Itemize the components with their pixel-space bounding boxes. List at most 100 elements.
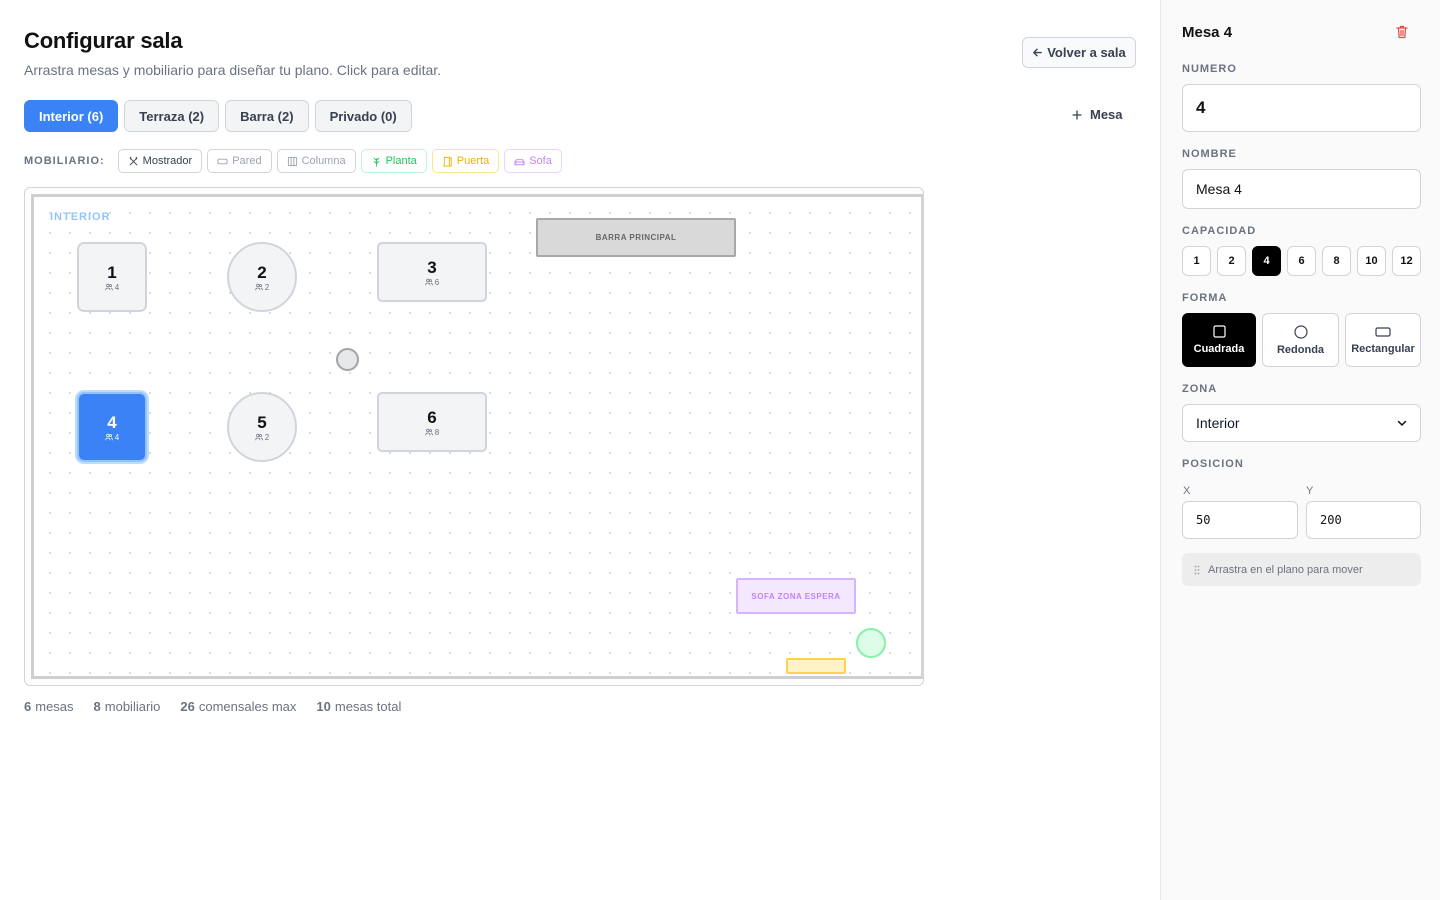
- tab-barra[interactable]: Barra (2): [225, 100, 309, 132]
- table-capacity: 6: [425, 278, 439, 287]
- capacity-label: CAPACIDAD: [1182, 225, 1257, 237]
- table-number: 3: [427, 257, 437, 277]
- x-position-field[interactable]: 50: [1182, 501, 1298, 539]
- zone-tabs: Interior (6) Terraza (2) Barra (2) Priva…: [24, 100, 412, 132]
- shape-selector: Cuadrada Redonda Rectangular: [1182, 313, 1421, 367]
- table-number: 4: [107, 412, 117, 432]
- y-label: Y: [1306, 485, 1314, 497]
- number-label: NUMERO: [1182, 63, 1237, 75]
- stat-tables: 6 mesas: [24, 699, 74, 714]
- floor-editor: Configurar sala Arrastra mesas y mobilia…: [0, 0, 1160, 900]
- table-capacity: 4: [105, 433, 119, 442]
- y-position-field[interactable]: 200: [1306, 501, 1421, 539]
- capacity-option-2[interactable]: 2: [1217, 246, 1246, 276]
- wall-icon: [217, 158, 228, 164]
- capacity-option-6[interactable]: 6: [1287, 246, 1316, 276]
- shape-label: FORMA: [1182, 292, 1228, 304]
- shape-round-label: Redonda: [1276, 343, 1325, 356]
- utensils-icon: [129, 156, 138, 165]
- capacity-value: 2: [264, 282, 270, 292]
- table-2[interactable]: 2 2: [227, 242, 297, 312]
- sofa-chip-label: Sofa: [529, 155, 552, 167]
- zone-label: ZONA: [1182, 383, 1218, 395]
- shape-square-button[interactable]: Cuadrada: [1182, 313, 1256, 367]
- add-wall-button[interactable]: Pared: [207, 149, 272, 173]
- capacity-value: 8: [434, 427, 440, 437]
- wall-chip-label: Pared: [232, 155, 262, 167]
- drag-hint-text: Arrastra en el plano para mover: [1208, 563, 1363, 576]
- column-furniture[interactable]: [336, 348, 359, 371]
- trash-icon[interactable]: [1394, 24, 1410, 40]
- stat-total-tables: 10 mesas total: [316, 699, 402, 714]
- grip-icon: [1194, 565, 1200, 574]
- add-sofa-button[interactable]: Sofa: [504, 149, 562, 173]
- rectangle-shape-icon: [1375, 326, 1391, 337]
- table-capacity: 2: [255, 433, 269, 442]
- circle-shape-icon: [1293, 324, 1308, 339]
- square-shape-icon: [1212, 325, 1226, 338]
- shape-rectangle-button[interactable]: Rectangular: [1345, 313, 1421, 367]
- capacity-option-4[interactable]: 4: [1252, 246, 1281, 276]
- add-table-button[interactable]: Mesa: [1072, 107, 1123, 122]
- shape-round-button[interactable]: Redonda: [1262, 313, 1339, 367]
- stat-furniture: 8 mobiliario: [93, 699, 161, 714]
- add-counter-button[interactable]: Mostrador: [117, 149, 203, 173]
- plant-furniture[interactable]: [856, 628, 886, 658]
- tab-interior[interactable]: Interior (6): [24, 100, 119, 132]
- back-button-label: Volver a sala: [1047, 45, 1126, 60]
- furniture-toolbar: MOBILIARIO: Mostrador Pared Columna Plan…: [24, 149, 562, 173]
- table-number: 1: [107, 262, 117, 282]
- number-field[interactable]: 4: [1182, 84, 1421, 132]
- panel-title: Mesa 4: [1182, 24, 1233, 41]
- floor-plan-canvas[interactable]: INTERIOR 1 4 2 2 3 6 BARRA PRINCIPAL 4 4…: [24, 187, 924, 686]
- table-4[interactable]: 4 4: [77, 392, 147, 462]
- table-number: 6: [427, 407, 437, 427]
- door-icon: [443, 156, 452, 167]
- add-plant-button[interactable]: Planta: [360, 149, 427, 173]
- zone-selected-value: Interior: [1196, 415, 1240, 431]
- drag-hint: Arrastra en el plano para mover: [1182, 553, 1421, 586]
- capacity-option-1[interactable]: 1: [1182, 246, 1211, 276]
- sofa-zona-espera[interactable]: SOFA ZONA ESPERA: [736, 578, 856, 614]
- x-label: X: [1183, 485, 1191, 497]
- table-capacity: 2: [255, 283, 269, 292]
- plant-icon: [373, 157, 379, 167]
- back-to-room-button[interactable]: Volver a sala: [1022, 37, 1136, 68]
- people-icon: [255, 433, 263, 441]
- capacity-option-8[interactable]: 8: [1322, 246, 1351, 276]
- floor-stats: 6 mesas 8 mobiliario 26 comensales max 10 me…: [24, 699, 401, 714]
- capacity-option-12[interactable]: 12: [1392, 246, 1421, 276]
- column-chip-label: Columna: [301, 155, 346, 167]
- tab-terraza[interactable]: Terraza (2): [124, 100, 220, 132]
- tab-privado[interactable]: Privado (0): [314, 100, 412, 132]
- table-capacity: 8: [425, 428, 439, 437]
- door-chip-label: Puerta: [456, 155, 490, 167]
- table-capacity: 4: [105, 283, 119, 292]
- capacity-value: 6: [434, 277, 440, 287]
- table-editor-panel: Mesa 4 NUMERO 4 NOMBRE Mesa 4 CAPACIDAD …: [1160, 0, 1440, 900]
- shape-rectangle-label: Rectangular: [1351, 342, 1415, 355]
- name-field[interactable]: Mesa 4: [1182, 169, 1421, 209]
- chevron-down-icon: [1397, 420, 1407, 426]
- plant-chip-label: Planta: [385, 155, 417, 167]
- table-1[interactable]: 1 4: [77, 242, 147, 312]
- capacity-value: 4: [114, 432, 120, 442]
- name-label: NOMBRE: [1182, 148, 1237, 160]
- room-walls: INTERIOR 1 4 2 2 3 6 BARRA PRINCIPAL 4 4…: [31, 194, 923, 679]
- table-3[interactable]: 3 6: [377, 242, 487, 302]
- position-label: POSICION: [1182, 458, 1244, 470]
- table-5[interactable]: 5 2: [227, 392, 297, 462]
- table-6[interactable]: 6 8: [377, 392, 487, 452]
- zone-select[interactable]: Interior: [1182, 404, 1421, 442]
- add-table-label: Mesa: [1090, 107, 1123, 122]
- capacity-option-10[interactable]: 10: [1357, 246, 1386, 276]
- counter-chip-label: Mostrador: [142, 155, 193, 167]
- shape-square-label: Cuadrada: [1193, 343, 1245, 355]
- people-icon: [425, 428, 433, 436]
- add-column-button[interactable]: Columna: [276, 149, 356, 173]
- door-furniture[interactable]: [786, 658, 846, 674]
- people-icon: [105, 433, 113, 441]
- add-door-button[interactable]: Puerta: [431, 149, 500, 173]
- counter-barra-principal[interactable]: BARRA PRINCIPAL: [536, 218, 736, 257]
- arrow-left-icon: [1033, 48, 1043, 57]
